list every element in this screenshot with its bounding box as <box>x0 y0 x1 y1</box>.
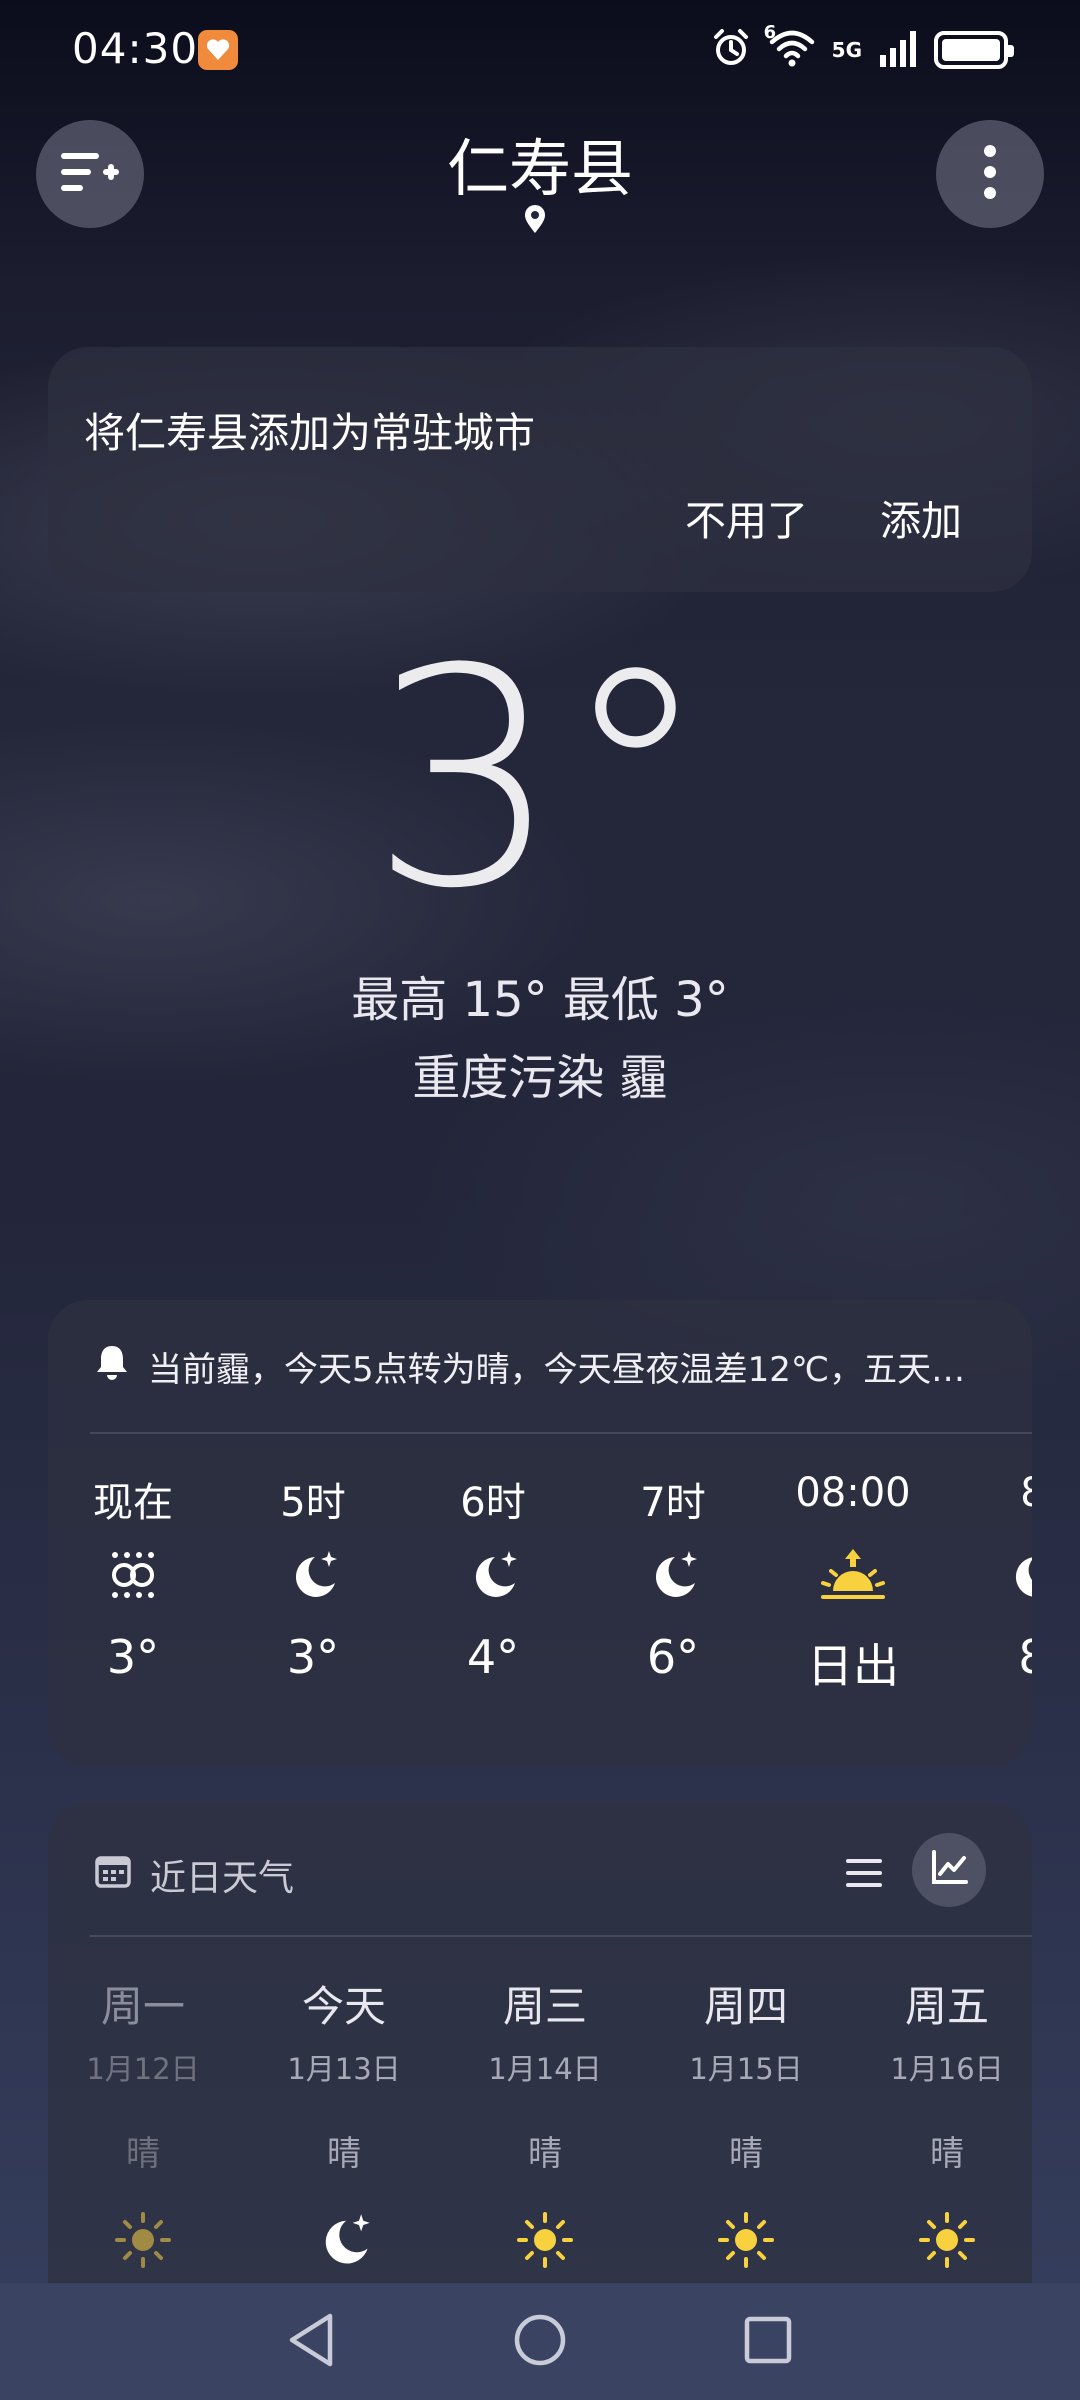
signal-icon <box>878 29 918 71</box>
weather-alert-text: 当前霾，今天5点转为晴，今天昼夜温差12℃，五天… <box>148 1350 966 1390</box>
hour-label: 现在 <box>93 1480 173 1526</box>
day-date: 1月16日 <box>890 2052 1004 2086</box>
status-time: 04:30 <box>72 24 199 73</box>
day-name: 周三 <box>502 1982 587 2031</box>
hour-temp: 3° <box>286 1630 340 1684</box>
sun-icon <box>656 2205 836 2275</box>
network-label: 5G <box>831 38 862 62</box>
chart-view-button[interactable] <box>912 1833 986 1907</box>
hourly-item: 6时 4° <box>418 1470 568 1684</box>
recents-square-icon <box>743 2315 793 2369</box>
hourly-item: 5时 3° <box>238 1470 388 1684</box>
day-condition: 晴 <box>528 2134 562 2174</box>
hour-label: 8 <box>958 1470 1032 1530</box>
bell-icon <box>94 1343 130 1390</box>
sunrise-icon <box>778 1530 928 1620</box>
hour-temp: 8 <box>958 1630 1032 1684</box>
day-condition: 晴 <box>930 2134 964 2174</box>
add-button[interactable]: 添加 <box>880 487 962 547</box>
sun-icon <box>53 2205 233 2275</box>
recent-weather-title: 近日天气 <box>150 1858 295 1899</box>
day-item[interactable]: 周五 1月16日 晴 <box>857 1973 1032 2275</box>
hour-label: 6时 <box>460 1480 526 1526</box>
moon-icon <box>958 1530 1032 1620</box>
hourly-item: 08:00 日出 <box>778 1470 928 1696</box>
hour-temp: 3° <box>106 1630 160 1684</box>
day-name: 周五 <box>904 1982 989 2031</box>
day-name: 今天 <box>301 1982 386 2031</box>
list-icon <box>844 1857 884 1893</box>
add-city-message: 将仁寿县添加为常驻城市 <box>84 409 535 457</box>
home-circle-icon <box>512 2312 568 2372</box>
add-resident-city-card: 将仁寿县添加为常驻城市 不用了 添加 <box>48 347 1032 592</box>
divider <box>90 1432 1032 1434</box>
day-name: 周四 <box>703 1982 788 2031</box>
sun-icon <box>455 2205 635 2275</box>
day-condition: 晴 <box>126 2134 160 2174</box>
hour-temp: 6° <box>646 1630 700 1684</box>
hour-label: 7时 <box>640 1480 706 1526</box>
recent-weather-card[interactable]: 近日天气 周一 1月12日 晴 今天 1月13日 晴 周三 1月14日 晴 周四… <box>48 1803 1032 2283</box>
day-item[interactable]: 今天 1月13日 晴 <box>254 1973 434 2275</box>
calendar-icon <box>94 1852 132 1899</box>
navigation-bar <box>0 2283 1080 2400</box>
list-view-button[interactable] <box>836 1847 892 1903</box>
app-notification-icon <box>198 30 238 70</box>
high-low-temperature: 最高 15° 最低 3° <box>351 972 729 1028</box>
moon-icon <box>598 1530 748 1620</box>
day-condition: 晴 <box>327 2134 361 2174</box>
city-title[interactable]: 仁寿县 <box>0 118 1080 208</box>
day-name: 周一 <box>100 1982 185 2031</box>
home-button[interactable] <box>501 2303 579 2381</box>
day-item[interactable]: 周四 1月15日 晴 <box>656 1973 836 2275</box>
status-icons: 6 5G <box>710 22 1014 76</box>
hour-temp: 日出 <box>807 1639 899 1693</box>
divider <box>90 1935 1032 1937</box>
day-date: 1月15日 <box>689 2052 803 2086</box>
hour-label: 08:00 <box>795 1470 911 1516</box>
dismiss-button[interactable]: 不用了 <box>685 487 808 547</box>
wifi-icon: 6 <box>764 22 816 72</box>
moon-icon <box>238 1530 388 1620</box>
hourly-forecast-card[interactable]: 当前霾，今天5点转为晴，今天昼夜温差12℃，五天… 现在 3° 5时 3° 6时… <box>48 1300 1032 1766</box>
day-item[interactable]: 周三 1月14日 晴 <box>455 1973 635 2275</box>
battery-icon <box>934 31 1014 69</box>
hourly-item: 8 8 <box>958 1470 1032 1684</box>
line-chart-icon <box>930 1850 968 1890</box>
sun-icon <box>857 2205 1032 2275</box>
hourly-item: 现在 3° <box>58 1470 208 1684</box>
day-date: 1月12日 <box>86 2052 200 2086</box>
location-pin-icon <box>523 205 547 239</box>
back-button[interactable] <box>273 2303 351 2381</box>
back-triangle-icon <box>286 2312 338 2372</box>
hourly-item: 7时 6° <box>598 1470 748 1684</box>
hour-temp: 4° <box>466 1630 520 1684</box>
recents-button[interactable] <box>729 2303 807 2381</box>
air-quality-status[interactable]: 重度污染 霾 <box>0 1038 1080 1108</box>
status-bar: 04:30 6 5G <box>0 0 1080 100</box>
haze-icon <box>58 1530 208 1620</box>
day-condition: 晴 <box>729 2134 763 2174</box>
more-vertical-icon <box>983 144 997 204</box>
more-button[interactable] <box>936 120 1044 228</box>
day-date: 1月14日 <box>488 2052 602 2086</box>
current-temperature: 3° <box>369 605 711 954</box>
moon-icon <box>418 1530 568 1620</box>
moon-icon <box>254 2205 434 2275</box>
day-date: 1月13日 <box>287 2052 401 2086</box>
wifi-badge: 6 <box>763 22 777 43</box>
weather-alert[interactable]: 当前霾，今天5点转为晴，今天昼夜温差12℃，五天… <box>94 1342 965 1391</box>
hour-label: 5时 <box>280 1480 346 1526</box>
day-item[interactable]: 周一 1月12日 晴 <box>53 1973 233 2275</box>
alarm-icon <box>710 27 752 73</box>
